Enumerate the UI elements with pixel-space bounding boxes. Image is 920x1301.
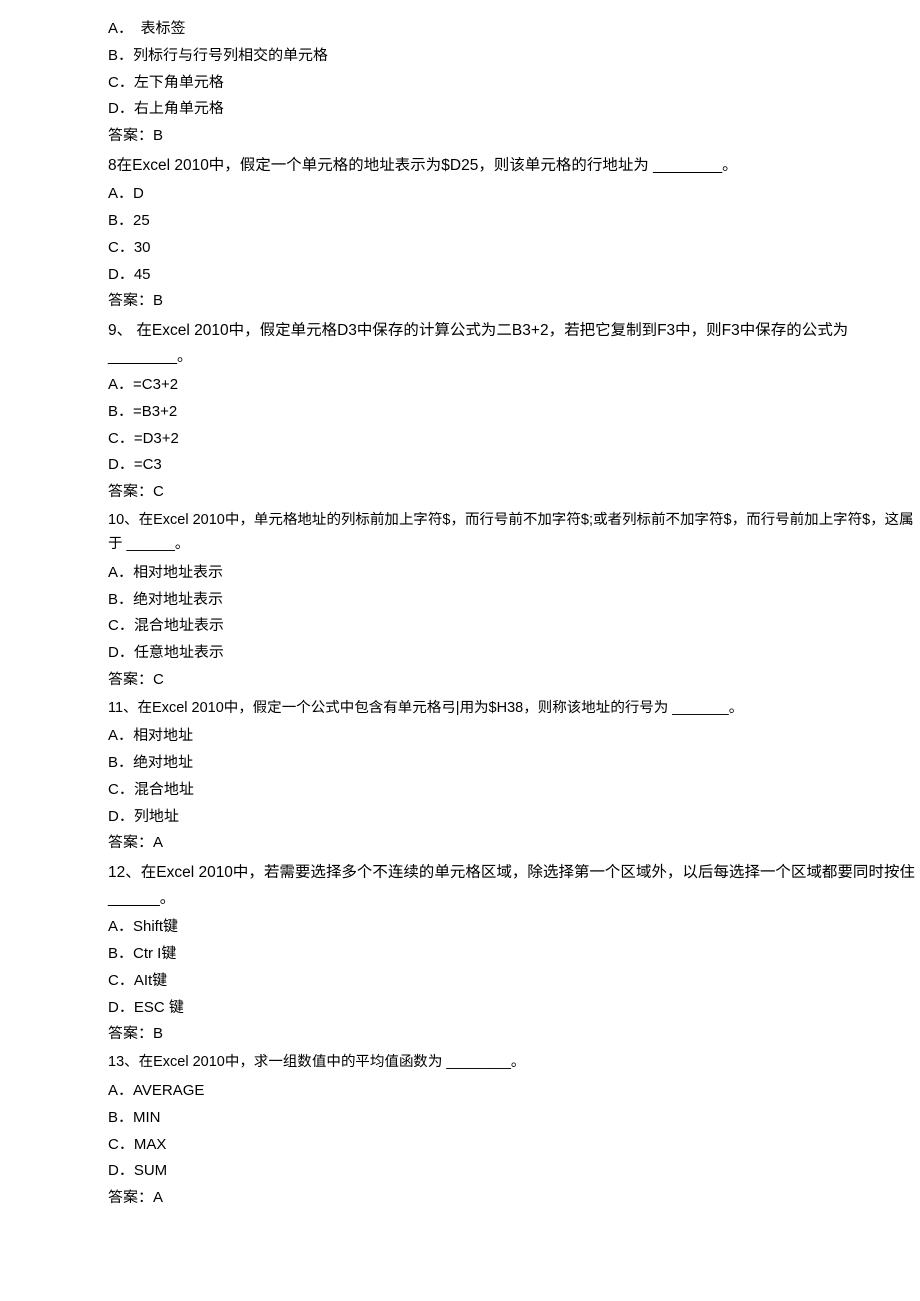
q13-option-b: B．MIN (108, 1106, 920, 1131)
q8-stem: 8在Excel 2010中，假定一个单元格的地址表示为$D25，则该单元格的行地… (108, 153, 920, 179)
q8-option-a: A．D (108, 182, 920, 207)
q9-answer: 答案：C (108, 480, 920, 505)
q8-option-d: D．45 (108, 263, 920, 288)
q13-option-d: D．SUM (108, 1159, 920, 1184)
q7-option-b: B．列标行与行号列相交的单元格 (108, 44, 920, 69)
q10-option-d: D．任意地址表示 (108, 641, 920, 666)
q8-option-c: C．30 (108, 236, 920, 261)
q9-option-a: A．=C3+2 (108, 373, 920, 398)
q12-option-c: C．AIt键 (108, 969, 920, 994)
q9-option-d: D．=C3 (108, 453, 920, 478)
q9-stem: 9、 在Excel 2010中，假定单元格D3中保存的计算公式为二B3+2，若把… (108, 318, 920, 369)
q11-option-b: B．绝对地址 (108, 751, 920, 776)
q7-option-c: C．左下角单元格 (108, 71, 920, 96)
q9-option-b: B．=B3+2 (108, 400, 920, 425)
q7-option-a: A． 表标签 (108, 17, 920, 42)
q10-option-a: A．相对地址表示 (108, 561, 920, 586)
q11-option-c: C．混合地址 (108, 778, 920, 803)
q10-answer: 答案：C (108, 668, 920, 693)
q13-option-a: A．AVERAGE (108, 1079, 920, 1104)
q11-answer: 答案：A (108, 831, 920, 856)
q11-option-a: A．相对地址 (108, 724, 920, 749)
q12-option-a: A．Shift键 (108, 915, 920, 940)
q8-answer: 答案：B (108, 289, 920, 314)
q13-answer: 答案：A (108, 1186, 920, 1211)
q13-option-c: C．MAX (108, 1133, 920, 1158)
q10-option-b: B．绝对地址表示 (108, 588, 920, 613)
q10-option-c: C．混合地址表示 (108, 614, 920, 639)
q12-answer: 答案：B (108, 1022, 920, 1047)
q8-option-b: B．25 (108, 209, 920, 234)
q13-stem: 13、在Excel 2010中，求一组数值中的平均值函数为 ________。 (108, 1051, 920, 1075)
q7-option-d: D．右上角单元格 (108, 97, 920, 122)
q12-option-d: D．ESC 键 (108, 996, 920, 1021)
q11-option-d: D．列地址 (108, 805, 920, 830)
q7-answer: 答案：B (108, 124, 920, 149)
q11-stem: 11、在Excel 2010中，假定一个公式中包含有单元格弓|用为$H38，则称… (108, 697, 920, 721)
q12-stem: 12、在Excel 2010中，若需要选择多个不连续的单元格区域，除选择第一个区… (108, 860, 920, 911)
q12-option-b: B．Ctr I键 (108, 942, 920, 967)
q9-option-c: C．=D3+2 (108, 427, 920, 452)
q10-stem: 10、在Excel 2010中，单元格地址的列标前加上字符$，而行号前不加字符$… (108, 509, 920, 557)
